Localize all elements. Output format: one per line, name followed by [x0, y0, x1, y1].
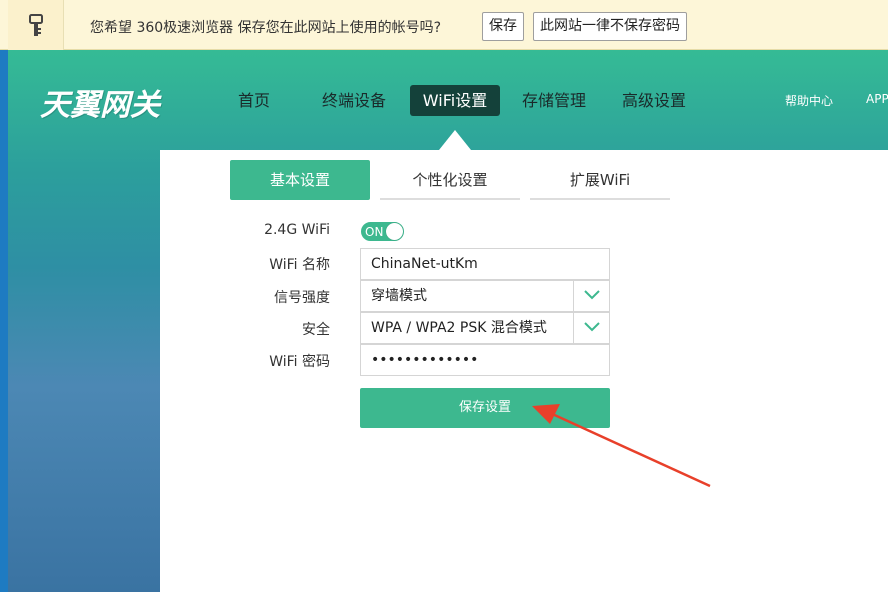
key-icon-area[interactable]	[8, 0, 64, 50]
left-edge-strip	[0, 50, 8, 592]
wifi24-label: 2.4G WiFi	[264, 222, 330, 238]
security-dropdown-caret[interactable]	[573, 313, 609, 343]
tab-extend-wifi[interactable]: 扩展WiFi	[530, 160, 670, 200]
logo: 天翼网关	[40, 88, 160, 123]
never-save-password-button[interactable]: 此网站一律不保存密码	[533, 12, 687, 41]
signal-dropdown-caret[interactable]	[573, 281, 609, 311]
password-dots: •••••••••••••	[371, 352, 479, 368]
wifi-password-input[interactable]: •••••••••••••	[360, 344, 610, 376]
nav-active-pointer	[439, 130, 471, 150]
nav-help-center[interactable]: 帮助中心	[785, 92, 833, 109]
signal-strength-label: 信号强度	[274, 290, 330, 306]
wifi-password-label: WiFi 密码	[269, 354, 330, 370]
tab-personal-settings[interactable]: 个性化设置	[380, 160, 520, 200]
security-select[interactable]: WPA / WPA2 PSK 混合模式	[360, 312, 610, 344]
nav-app[interactable]: APP	[866, 92, 888, 106]
security-label: 安全	[302, 322, 330, 338]
password-save-bar: 您希望 360极速浏览器 保存您在此网站上使用的帐号吗? 保存 此网站一律不保存…	[0, 0, 888, 50]
wifi-name-input[interactable]: ChinaNet-utKm	[360, 248, 610, 280]
key-icon	[29, 14, 43, 36]
nav-storage[interactable]: 存储管理	[522, 85, 586, 116]
wifi24-toggle[interactable]: ON	[361, 222, 404, 241]
chevron-down-icon	[584, 290, 600, 300]
annotation-arrow-icon	[532, 404, 711, 488]
nav-wifi-settings[interactable]: WiFi设置	[410, 85, 500, 116]
nav-advanced[interactable]: 高级设置	[622, 85, 686, 116]
chevron-down-icon	[584, 322, 600, 332]
nav-home[interactable]: 首页	[238, 85, 270, 116]
toggle-state-text: ON	[365, 225, 384, 239]
save-password-button[interactable]: 保存	[482, 12, 524, 41]
signal-strength-value: 穿墙模式	[371, 288, 427, 304]
tab-basic-settings[interactable]: 基本设置	[230, 160, 370, 200]
password-save-message: 您希望 360极速浏览器 保存您在此网站上使用的帐号吗?	[90, 20, 442, 36]
security-value: WPA / WPA2 PSK 混合模式	[371, 320, 547, 336]
toggle-knob	[386, 223, 403, 240]
nav-devices[interactable]: 终端设备	[322, 85, 386, 116]
wifi-name-label: WiFi 名称	[269, 257, 330, 273]
signal-strength-select[interactable]: 穿墙模式	[360, 280, 610, 312]
